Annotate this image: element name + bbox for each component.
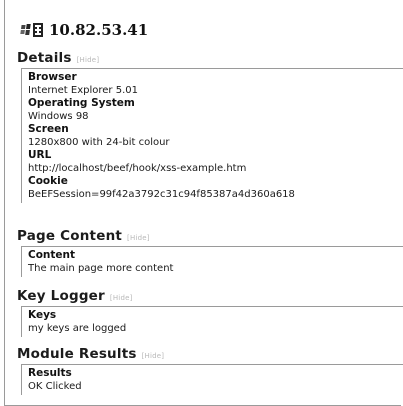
content-label: Content: [28, 249, 76, 261]
content-value: The main page more content: [28, 263, 174, 274]
key-logger-section: Key Logger [Hide] Keys my keys are logge…: [17, 288, 403, 337]
os-value: Windows 98: [28, 111, 89, 122]
module-results-title: Module Results: [17, 346, 137, 362]
screen-value: 1280x800 with 24-bit colour: [28, 137, 170, 148]
screen-label: Screen: [28, 123, 69, 135]
url-value: http://localhost/beef/hook/xss-example.h…: [28, 163, 247, 174]
key-logger-hide-link[interactable]: [Hide]: [110, 294, 133, 302]
ie-logo-icon: [33, 23, 43, 37]
browser-value: Internet Explorer 5.01: [28, 85, 138, 96]
module-results-box: Results OK Clicked: [21, 364, 403, 395]
cookie-label: Cookie: [28, 175, 68, 187]
cookie-value: BeEFSession=99f42a3792c31c94f85387a4d360…: [28, 189, 295, 200]
browser-label: Browser: [28, 71, 77, 83]
keys-label: Keys: [28, 309, 57, 321]
details-hide-link[interactable]: [Hide]: [77, 56, 100, 64]
zombie-header: 10.82.53.41: [19, 18, 148, 42]
details-box: Browser Internet Explorer 5.01 Operating…: [21, 68, 403, 203]
url-label: URL: [28, 149, 52, 161]
module-results-hide-link[interactable]: [Hide]: [142, 352, 165, 360]
page-content-hide-link[interactable]: [Hide]: [127, 234, 150, 242]
key-logger-box: Keys my keys are logged: [21, 306, 403, 337]
zombie-host-ip: 10.82.53.41: [49, 21, 149, 39]
keys-value: my keys are logged: [28, 323, 127, 334]
results-value: OK Clicked: [28, 381, 82, 392]
page-content-section: Page Content [Hide] Content The main pag…: [17, 228, 403, 277]
results-label: Results: [28, 367, 72, 379]
page-content-box: Content The main page more content: [21, 246, 403, 277]
browser-os-icons: [19, 21, 45, 39]
details-title: Details: [17, 50, 72, 66]
page-content-title: Page Content: [17, 228, 123, 244]
module-results-section: Module Results [Hide] Results OK Clicked: [17, 346, 403, 395]
zombie-details-panel: 10.82.53.41 Details [Hide] Browser Inter…: [4, 0, 403, 406]
os-label: Operating System: [28, 97, 135, 109]
details-section: Details [Hide] Browser Internet Explorer…: [17, 50, 403, 203]
windows-logo-icon: [20, 23, 43, 37]
key-logger-title: Key Logger: [17, 288, 105, 304]
